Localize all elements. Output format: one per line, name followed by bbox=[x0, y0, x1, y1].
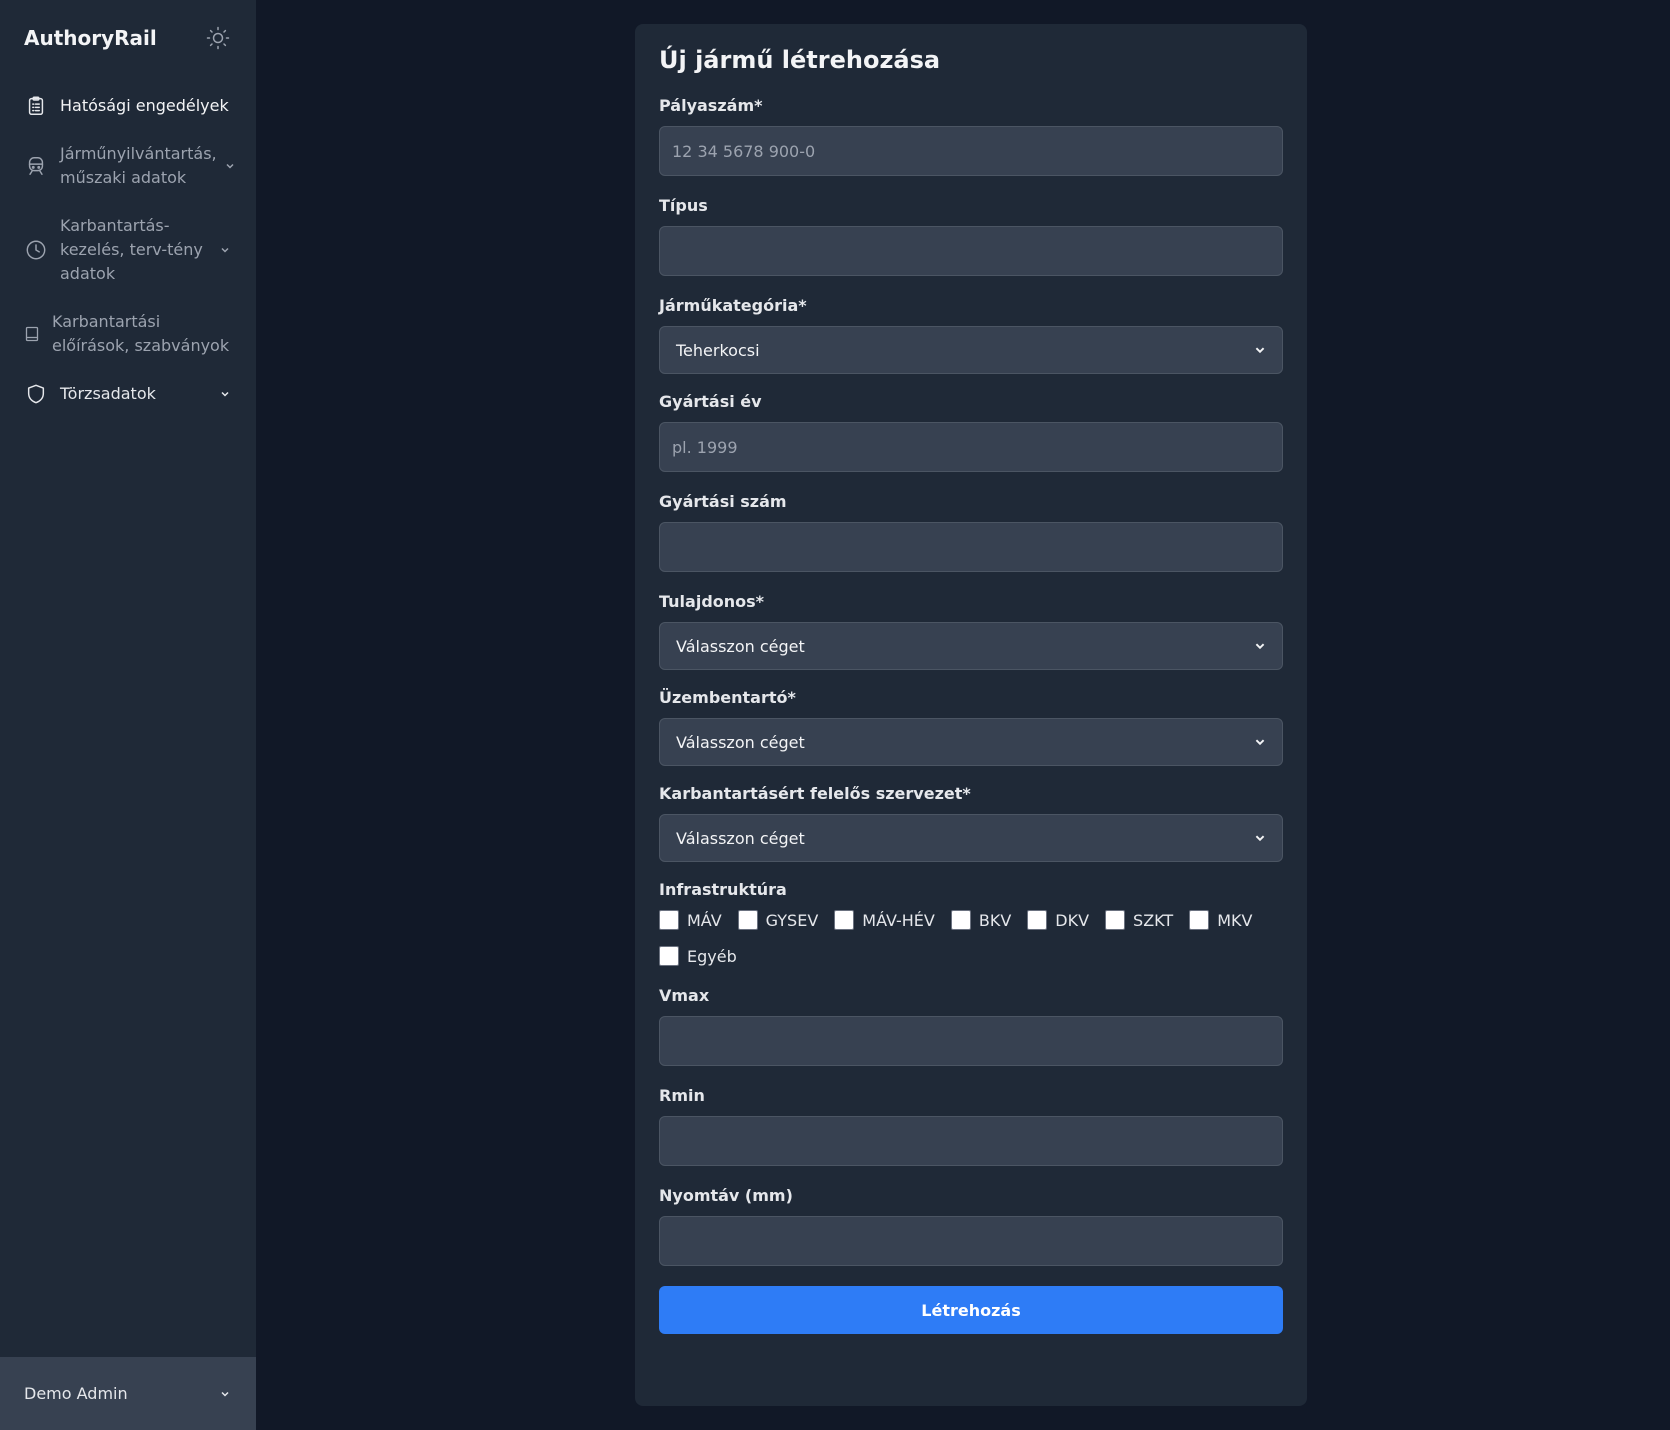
chevron-down-icon bbox=[223, 159, 237, 173]
clock-icon bbox=[24, 238, 48, 262]
brand-row: AuthoryRail bbox=[0, 0, 256, 76]
field-label: Vmax bbox=[659, 986, 710, 1005]
checkbox-box[interactable] bbox=[1189, 910, 1210, 930]
gyartasi-szam-input[interactable] bbox=[659, 522, 1283, 572]
field-label: Típus bbox=[659, 196, 708, 215]
user-menu[interactable]: Demo Admin bbox=[0, 1357, 256, 1430]
sidebar-item-hatosagi-engedelyek[interactable]: Hatósági engedélyek bbox=[0, 82, 256, 130]
user-name: Demo Admin bbox=[24, 1384, 128, 1403]
chevron-down-icon bbox=[218, 1387, 232, 1401]
field-label: Járműkategória* bbox=[659, 296, 807, 315]
checkbox-box[interactable] bbox=[950, 910, 971, 930]
field-label: Nyomtáv (mm) bbox=[659, 1186, 793, 1205]
shield-icon bbox=[24, 382, 48, 406]
create-button[interactable]: Létrehozás bbox=[659, 1286, 1283, 1334]
kategoria-select[interactable]: Teherkocsi bbox=[659, 326, 1283, 374]
checkbox-dkv[interactable]: DKV bbox=[1027, 910, 1089, 930]
sidebar-item-label: Járműnyilvántartás, műszaki adatok bbox=[60, 144, 217, 187]
chevron-down-icon bbox=[218, 243, 232, 257]
checkbox-label: MÁV-HÉV bbox=[862, 910, 935, 930]
karbantarto-select[interactable]: Válasszon céget bbox=[659, 814, 1283, 862]
checkbox-label: BKV bbox=[978, 910, 1012, 930]
uzembentarto-select[interactable]: Válasszon céget bbox=[659, 718, 1283, 766]
select-value: Válasszon céget bbox=[676, 732, 805, 752]
tulajdonos-select[interactable]: Válasszon céget bbox=[659, 622, 1283, 670]
chevron-down-icon bbox=[1254, 829, 1266, 848]
rmin-input[interactable] bbox=[659, 1116, 1283, 1166]
checkbox-label: GYSEV bbox=[765, 910, 819, 930]
book-icon bbox=[24, 322, 40, 346]
sidebar-item-jarmunyilvantartas[interactable]: Járműnyilvántartás, műszaki adatok bbox=[0, 130, 256, 202]
field-kategoria: Járműkategória* Teherkocsi bbox=[659, 296, 1283, 374]
sidebar-item-karbantartas-kezeles[interactable]: Karbantartás-kezelés, terv-tény adatok bbox=[0, 202, 256, 298]
field-label: Karbantartásért felelős szervezet* bbox=[659, 784, 971, 803]
field-vmax: Vmax bbox=[659, 986, 1283, 1066]
select-value: Teherkocsi bbox=[676, 340, 760, 360]
field-gyartasi-szam: Gyártási szám bbox=[659, 492, 1283, 572]
checkbox-mkv[interactable]: MKV bbox=[1189, 910, 1252, 930]
sidebar-item-torzsadatok[interactable]: Törzsadatok bbox=[0, 370, 256, 418]
gyartasi-ev-input[interactable] bbox=[659, 422, 1283, 472]
sidebar-item-label: Karbantartási előírások, szabványok bbox=[52, 312, 230, 355]
checkbox-label: MKV bbox=[1217, 910, 1253, 930]
main-content: Új jármű létrehozása Pályaszám* Típus Já… bbox=[256, 0, 1670, 1430]
checkbox-mav-hev[interactable]: MÁV-HÉV bbox=[834, 910, 935, 930]
select-value: Válasszon céget bbox=[676, 828, 805, 848]
chevron-down-icon bbox=[218, 387, 232, 401]
checkbox-egyeb[interactable]: Egyéb bbox=[659, 946, 737, 966]
app-root: AuthoryRail Hatósági engedélyek Járműnyi… bbox=[0, 0, 1670, 1430]
checkbox-bkv[interactable]: BKV bbox=[950, 910, 1012, 930]
field-karbantarto: Karbantartásért felelős szervezet* Válas… bbox=[659, 784, 1283, 862]
field-label: Gyártási év bbox=[659, 392, 762, 411]
checkbox-label: SZKT bbox=[1133, 910, 1174, 930]
checkbox-box[interactable] bbox=[737, 910, 758, 930]
checkbox-gysev[interactable]: GYSEV bbox=[737, 910, 819, 930]
chevron-down-icon bbox=[1254, 637, 1266, 656]
sidebar-item-karbantartasi-eloirasok[interactable]: Karbantartási előírások, szabványok bbox=[0, 298, 256, 370]
clipboard-icon bbox=[24, 94, 48, 118]
sun-icon[interactable] bbox=[204, 24, 232, 52]
sidebar: AuthoryRail Hatósági engedélyek Járműnyi… bbox=[0, 0, 256, 1430]
checkbox-box[interactable] bbox=[1027, 910, 1048, 930]
field-infrastruktura: Infrastruktúra MÁV GYSEV MÁV-HÉV BKV DKV… bbox=[659, 880, 1283, 982]
checkbox-szkt[interactable]: SZKT bbox=[1105, 910, 1173, 930]
field-tipus: Típus bbox=[659, 196, 1283, 276]
field-palyaszam: Pályaszám* bbox=[659, 96, 1283, 176]
checkbox-box[interactable] bbox=[659, 946, 679, 966]
field-nyomtav: Nyomtáv (mm) bbox=[659, 1186, 1283, 1266]
field-gyartasi-ev: Gyártási év bbox=[659, 392, 1283, 472]
chevron-down-icon bbox=[1254, 341, 1266, 360]
select-value: Válasszon céget bbox=[676, 636, 805, 656]
checkbox-mav[interactable]: MÁV bbox=[659, 910, 722, 930]
sidebar-nav: Hatósági engedélyek Járműnyilvántartás, … bbox=[0, 76, 256, 418]
checkbox-box[interactable] bbox=[834, 910, 855, 930]
field-label: Rmin bbox=[659, 1086, 705, 1105]
checkbox-label: Egyéb bbox=[687, 946, 737, 966]
chevron-down-icon bbox=[1254, 733, 1266, 752]
field-uzembentarto: Üzembentartó* Válasszon céget bbox=[659, 688, 1283, 766]
tipus-input[interactable] bbox=[659, 226, 1283, 276]
sidebar-item-label: Törzsadatok bbox=[60, 384, 156, 403]
field-label: Infrastruktúra bbox=[659, 880, 787, 899]
train-icon bbox=[24, 154, 48, 178]
sidebar-item-label: Hatósági engedélyek bbox=[60, 96, 229, 115]
field-label: Gyártási szám bbox=[659, 492, 787, 511]
checkbox-label: MÁV bbox=[687, 910, 722, 930]
field-label: Pályaszám* bbox=[659, 96, 763, 115]
checkbox-box[interactable] bbox=[1105, 910, 1126, 930]
checkbox-box[interactable] bbox=[659, 910, 679, 930]
sidebar-item-label: Karbantartás-kezelés, terv-tény adatok bbox=[60, 216, 203, 283]
vmax-input[interactable] bbox=[659, 1016, 1283, 1066]
field-label: Tulajdonos* bbox=[659, 592, 765, 611]
page-title: Új jármű létrehozása bbox=[659, 46, 941, 74]
brand-logo: AuthoryRail bbox=[24, 26, 157, 50]
palyaszam-input[interactable] bbox=[659, 126, 1283, 176]
create-vehicle-form: Új jármű létrehozása Pályaszám* Típus Já… bbox=[635, 24, 1307, 1406]
field-label: Üzembentartó* bbox=[659, 688, 796, 707]
field-tulajdonos: Tulajdonos* Válasszon céget bbox=[659, 592, 1283, 670]
checkbox-label: DKV bbox=[1055, 910, 1090, 930]
field-rmin: Rmin bbox=[659, 1086, 1283, 1166]
infrastruktura-checkboxes: MÁV GYSEV MÁV-HÉV BKV DKV SZKT MKV Egyéb bbox=[659, 910, 1283, 982]
nyomtav-input[interactable] bbox=[659, 1216, 1283, 1266]
